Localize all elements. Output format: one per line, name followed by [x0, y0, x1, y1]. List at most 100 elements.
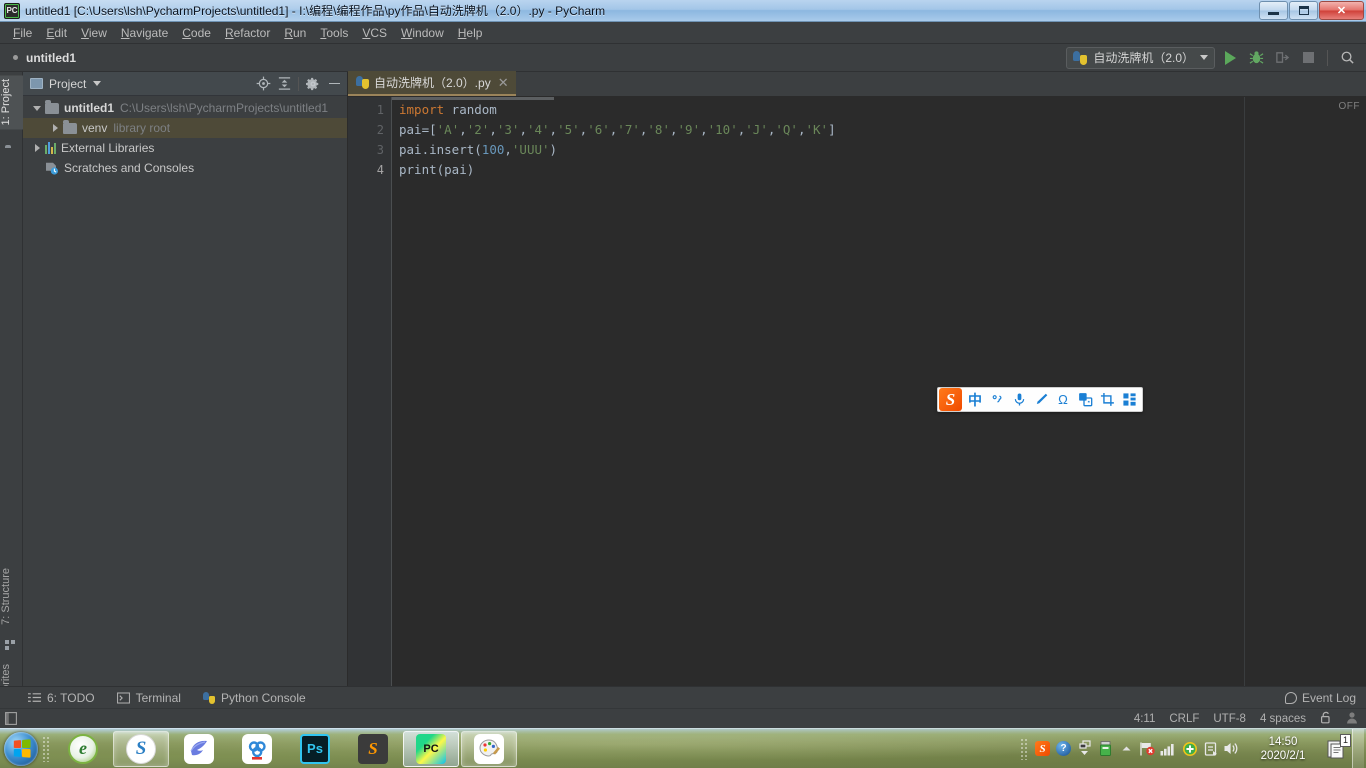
network-error-icon — [1140, 742, 1155, 755]
menu-item-tools[interactable]: Tools — [313, 24, 355, 42]
stop-button[interactable] — [1297, 47, 1319, 69]
tray-sogou[interactable]: S — [1032, 738, 1053, 760]
taskbar-item-photoshop[interactable]: Ps — [287, 731, 343, 767]
debug-button[interactable] — [1245, 47, 1267, 69]
tray-signal[interactable] — [1158, 738, 1179, 760]
editor-body[interactable]: 1234 import random pai=['A','2','3','4','… — [348, 97, 1366, 686]
menu-item-view[interactable]: View — [74, 24, 114, 42]
editor-gutter[interactable] — [348, 97, 392, 686]
bottom-tab-python-console[interactable]: Python Console — [202, 691, 306, 705]
taskbar-item-sublime[interactable]: S — [345, 731, 401, 767]
screenshot-translate-button[interactable] — [1074, 388, 1096, 411]
code-token: 'A' — [436, 122, 460, 137]
notification-area[interactable]: 1 — [1324, 733, 1351, 764]
taskbar-item-pycharm[interactable]: PC — [403, 730, 459, 767]
tray-volume[interactable] — [1221, 738, 1242, 760]
chevron-right-icon[interactable] — [47, 124, 63, 132]
start-button[interactable] — [4, 731, 38, 766]
voice-input-button[interactable] — [1008, 388, 1030, 411]
project-panel-title[interactable]: Project — [49, 77, 86, 91]
event-log-label: Event Log — [1301, 690, 1356, 705]
tray-arrow[interactable] — [1116, 738, 1137, 760]
read-only-toggle[interactable] — [1320, 711, 1332, 727]
tray-update[interactable] — [1179, 738, 1200, 760]
indent-setting[interactable]: 4 spaces — [1260, 713, 1306, 725]
chevron-down-icon[interactable] — [93, 81, 102, 86]
navigation-bar: untitled1 自动洗牌机（2.0） — [0, 44, 1366, 72]
chevron-right-icon[interactable] — [29, 144, 45, 152]
run-button[interactable] — [1219, 47, 1241, 69]
collapse-all-button[interactable] — [275, 75, 293, 93]
close-button[interactable]: ✕ — [1319, 1, 1364, 20]
tray-grip[interactable] — [1020, 737, 1028, 760]
editor-tab[interactable]: 自动洗牌机（2.0）.py ✕ — [348, 71, 516, 96]
menu-item-navigate[interactable]: Navigate — [114, 24, 175, 42]
inspection-indicator[interactable]: OFF — [1339, 101, 1361, 112]
taskbar-item-cloud[interactable] — [229, 731, 285, 767]
chevron-down-icon[interactable] — [29, 105, 45, 111]
menu-item-refactor[interactable]: Refactor — [218, 24, 277, 42]
menu-item-edit[interactable]: Edit — [39, 24, 74, 42]
sidebar-item-structure[interactable]: 7: Structure — [0, 564, 23, 629]
code-token: '6' — [587, 122, 610, 137]
taskbar-clock[interactable]: 14:50 2020/2/1 — [1246, 735, 1320, 763]
tray-usb[interactable] — [1095, 738, 1116, 760]
sogou-ime-toolbar[interactable]: S 中 Ω — [937, 387, 1143, 412]
run-configuration-selector[interactable]: 自动洗牌机（2.0） — [1066, 46, 1215, 69]
user-account[interactable] — [1346, 711, 1358, 727]
run-with-coverage-button[interactable] — [1271, 47, 1293, 69]
select-opened-file-button[interactable] — [254, 75, 272, 93]
line-separator[interactable]: CRLF — [1169, 713, 1199, 725]
toggle-sidebar-button[interactable] — [0, 712, 22, 725]
chevron-down-icon[interactable] — [1200, 55, 1208, 60]
tray-expand[interactable] — [1074, 738, 1095, 760]
bottom-tab-todo[interactable]: 6: TODO — [28, 691, 95, 705]
search-icon — [1341, 51, 1354, 64]
tree-node[interactable]: untitled1 C:\Users\lsh\PycharmProjects\un… — [23, 98, 347, 118]
menu-item-vcs[interactable]: VCS — [355, 24, 394, 42]
handwriting-button[interactable] — [1030, 388, 1052, 411]
menu-item-window[interactable]: Window — [394, 24, 451, 42]
pycharm-icon: PC — [4, 2, 20, 19]
taskbar-item-bird[interactable] — [171, 731, 227, 767]
bottom-tab-terminal[interactable]: Terminal — [116, 691, 181, 705]
python-file-icon — [356, 76, 369, 89]
tree-node[interactable]: Scratches and Consoles — [23, 158, 347, 178]
caret-position[interactable]: 4:11 — [1134, 713, 1156, 725]
tree-node[interactable]: External Libraries — [23, 138, 347, 158]
tree-node[interactable]: venv library root — [23, 118, 347, 138]
code-token: 'K' — [805, 122, 829, 137]
menu-item-help[interactable]: Help — [451, 24, 490, 42]
breadcrumb[interactable]: untitled1 — [26, 51, 76, 65]
file-encoding[interactable]: UTF-8 — [1213, 713, 1246, 725]
hide-panel-button[interactable] — [325, 75, 343, 93]
language-mode-button[interactable]: 中 — [964, 388, 986, 411]
taskbar-item-sogou[interactable]: S — [113, 730, 169, 767]
menu-item-run[interactable]: Run — [277, 24, 313, 42]
taskbar-item-ie[interactable]: e — [55, 731, 111, 767]
close-icon[interactable]: ✕ — [498, 76, 509, 89]
menu-item-file[interactable]: File — [6, 24, 39, 42]
restore-button[interactable] — [1289, 1, 1318, 20]
code-text[interactable]: import random pai=['A','2','3','4','5','6… — [399, 97, 1366, 686]
event-log-button[interactable]: Event Log — [1284, 690, 1366, 705]
menu-item-code[interactable]: Code — [175, 24, 218, 42]
show-desktop-button[interactable] — [1352, 728, 1364, 768]
tray-help[interactable]: ? — [1053, 738, 1074, 760]
toggle-sidebar-icon — [5, 712, 17, 725]
pen-icon — [1036, 393, 1047, 404]
search-everywhere-button[interactable] — [1336, 47, 1358, 69]
tray-network[interactable] — [1137, 738, 1158, 760]
taskbar-grip[interactable] — [42, 735, 50, 762]
settings-button[interactable] — [304, 75, 322, 93]
punctuation-mode-button[interactable] — [986, 388, 1008, 411]
tray-clipboard[interactable] — [1200, 738, 1221, 760]
minimize-button[interactable] — [1259, 1, 1288, 20]
screenshot-button[interactable] — [1096, 388, 1118, 411]
clock-time: 14:50 — [1268, 735, 1298, 748]
sidebar-item-project[interactable]: 1: Project — [0, 75, 23, 130]
symbols-button[interactable]: Ω — [1052, 388, 1074, 411]
toolbox-button[interactable] — [1118, 388, 1140, 411]
sogou-logo[interactable]: S — [939, 388, 962, 411]
taskbar-item-paint[interactable] — [461, 730, 517, 767]
